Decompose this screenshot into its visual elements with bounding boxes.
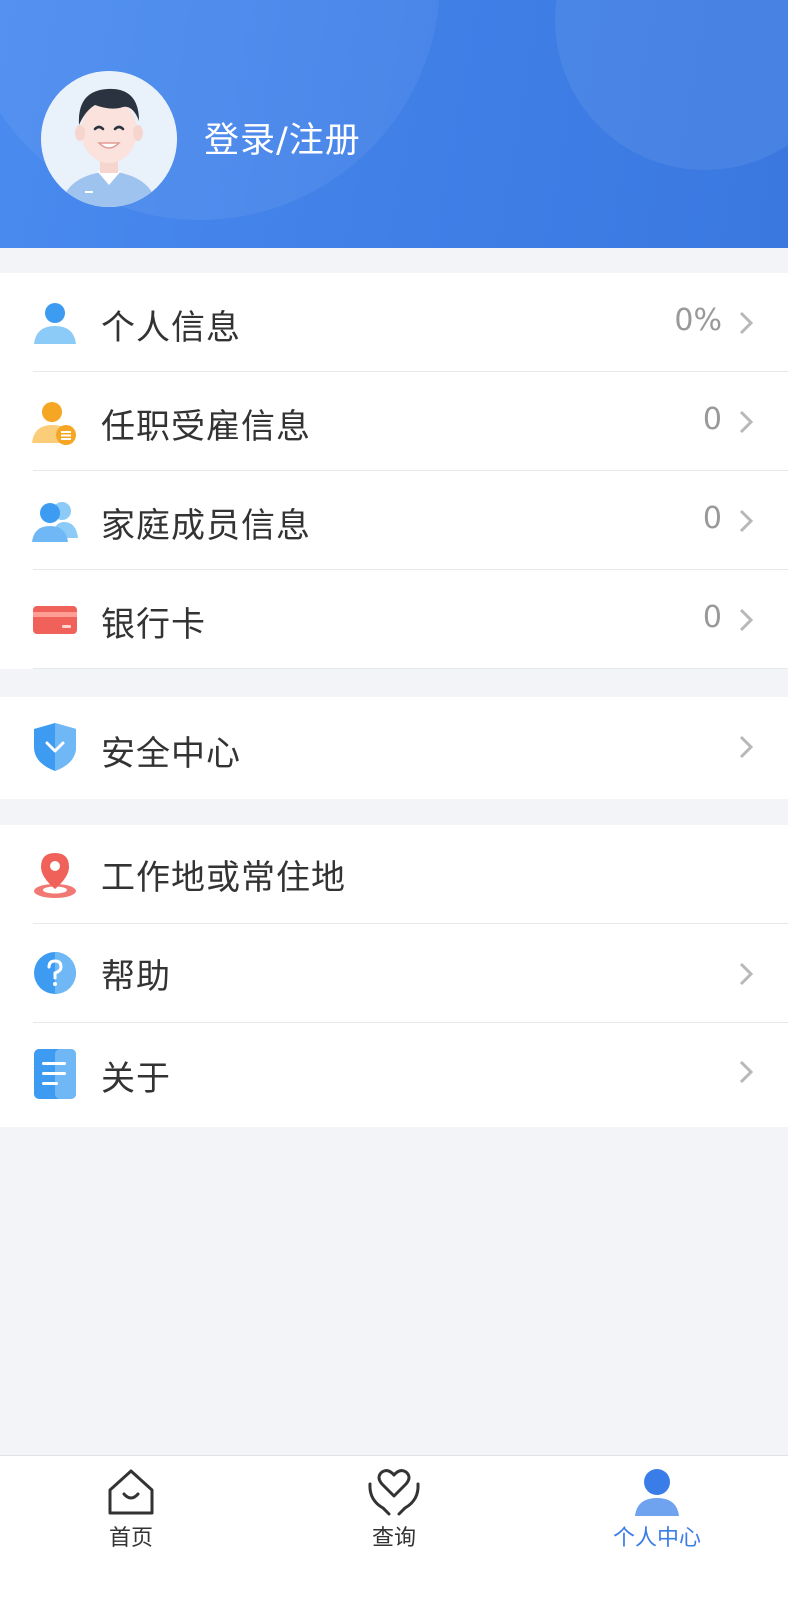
menu-item-value: 0	[702, 600, 722, 635]
menu-item-family-info[interactable]: 家庭成员信息 0	[0, 471, 788, 570]
chevron-right-icon	[739, 735, 754, 759]
menu-item-label: 个人信息	[101, 308, 241, 348]
avatar-icon	[41, 71, 177, 207]
menu-item-personal-info[interactable]: 个人信息 0%	[0, 273, 788, 372]
chevron-right-icon	[739, 1060, 754, 1084]
security-menu-group: 安全中心	[0, 697, 788, 799]
header-decoration	[555, 0, 788, 170]
employment-icon	[32, 402, 76, 445]
shield-icon	[34, 723, 76, 771]
personal-center-page: 登录/注册 个人信息 0% 任职受雇信息 0 家庭成员信息 0 银行卡 0 安全…	[0, 0, 788, 1600]
tab-personal-center[interactable]: 个人中心	[597, 1466, 717, 1552]
chevron-right-icon	[739, 608, 754, 632]
chevron-right-icon	[739, 509, 754, 533]
family-icon	[32, 502, 78, 542]
avatar[interactable]	[41, 71, 177, 207]
menu-item-value: 0	[702, 402, 722, 437]
chevron-right-icon	[739, 410, 754, 434]
other-menu-group: 工作地或常住地 帮助 关于	[0, 825, 788, 1127]
bank-card-icon	[33, 606, 77, 634]
screen-edge	[788, 0, 804, 1600]
menu-item-label: 安全中心	[101, 734, 241, 774]
menu-item-work-location[interactable]: 工作地或常住地	[0, 825, 788, 924]
tab-label: 首页	[108, 1526, 153, 1551]
help-icon	[34, 952, 76, 994]
heart-hands-icon	[368, 1469, 420, 1516]
profile-icon	[635, 1469, 679, 1516]
tab-home[interactable]: 首页	[71, 1466, 191, 1552]
tab-query[interactable]: 查询	[334, 1466, 454, 1552]
menu-item-about[interactable]: 关于	[0, 1023, 788, 1127]
menu-item-label: 工作地或常住地	[101, 858, 346, 898]
home-icon	[108, 1469, 154, 1515]
person-icon	[34, 303, 76, 344]
location-pin-icon	[34, 853, 76, 898]
menu-item-label: 关于	[101, 1059, 171, 1099]
menu-item-label: 任职受雇信息	[101, 407, 311, 447]
menu-item-employment-info[interactable]: 任职受雇信息 0	[0, 372, 788, 471]
menu-item-value: 0%	[674, 303, 722, 338]
divider	[33, 668, 788, 669]
login-register-link[interactable]: 登录/注册	[204, 112, 361, 163]
info-menu-group: 个人信息 0% 任职受雇信息 0 家庭成员信息 0 银行卡 0	[0, 273, 788, 669]
bottom-tab-bar: 首页 查询 个人中心	[0, 1455, 788, 1600]
menu-item-security-center[interactable]: 安全中心	[0, 697, 788, 799]
tab-label: 查询	[371, 1526, 416, 1551]
menu-item-bank-card[interactable]: 银行卡 0	[0, 570, 788, 669]
menu-item-help[interactable]: 帮助	[0, 924, 788, 1023]
menu-item-value: 0	[702, 501, 722, 536]
chevron-right-icon	[739, 311, 754, 335]
menu-item-label: 家庭成员信息	[101, 506, 311, 546]
tab-label: 个人中心	[612, 1526, 701, 1551]
menu-item-label: 帮助	[101, 957, 171, 997]
document-icon	[34, 1049, 76, 1099]
profile-header: 登录/注册	[0, 0, 788, 248]
menu-item-label: 银行卡	[101, 605, 206, 645]
chevron-right-icon	[739, 962, 754, 986]
